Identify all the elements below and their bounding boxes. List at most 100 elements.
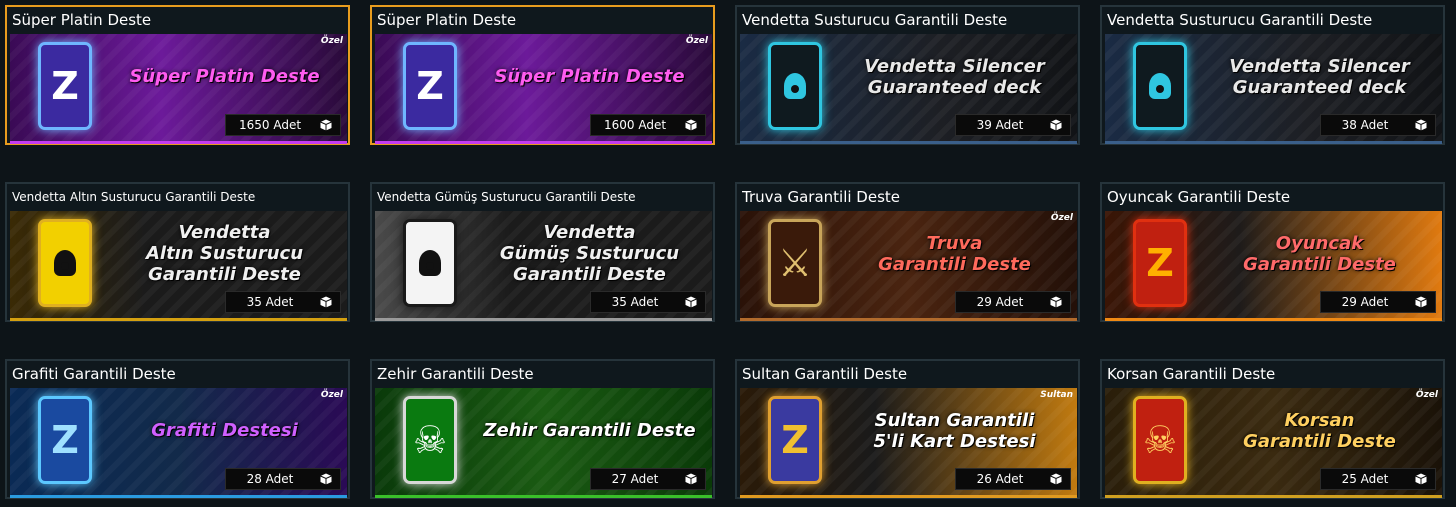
deck-emblem-icon: Z [781,418,809,462]
deck-banner-text: Truva Garantili Deste [878,232,1031,275]
deck-card[interactable]: Süper Platin Deste Özel Z Süper Platin Dest… [5,5,350,145]
package-box-icon [320,119,332,131]
deck-card-title: Sultan Garantili Deste [742,365,908,383]
deck-card-title: Vendetta Altın Susturucu Garantili Deste [12,190,256,204]
stock-count-badge: 1600 Adet [590,114,706,136]
stock-count-label: 27 Adet [611,472,659,486]
stock-count-label: 29 Adet [976,295,1024,309]
deck-card-title: Zehir Garantili Deste [377,365,534,383]
deck-banner[interactable]: Özel Z Süper Platin Deste 1650 Adet [10,34,347,144]
deck-banner[interactable]: Özel Z Grafiti Destesi 28 Adet [10,388,347,498]
deck-card-title: Oyuncak Garantili Deste [1107,188,1291,206]
deck-card-title: Vendetta Susturucu Garantili Deste [742,11,1008,29]
deck-banner[interactable]: Vendetta Altın Susturucu Garantili Deste… [10,211,347,321]
z-red-deck-icon: Z [1133,219,1187,307]
stock-count-badge: 39 Adet [955,114,1071,136]
deck-card[interactable]: Sultan Garantili Deste Sultan Z Sultan Gara… [735,359,1080,499]
silencer-deck-icon [1133,42,1187,130]
package-box-icon [1415,296,1427,308]
package-box-icon [320,296,332,308]
silencer-emblem-icon [784,73,806,99]
deck-banner-text: Süper Platin Deste [129,66,320,87]
package-box-icon [685,473,697,485]
deck-banner-text: Vendetta Gümüş Susturucu Garantili Deste [499,222,680,285]
deck-banner-text: Grafiti Destesi [151,420,298,441]
deck-banner-text: Sultan Garantili 5'li Kart Destesi [873,409,1036,452]
deck-card-title: Vendetta Gümüş Susturucu Garantili Deste [377,190,636,204]
stock-count-label: 1650 Adet [238,118,302,132]
silencer-emblem-icon [1149,73,1171,99]
deck-card-title: Korsan Garantili Deste [1107,365,1276,383]
z-deck-icon: Z [38,42,92,130]
deck-banner-text: Vendetta Altın Susturucu Garantili Deste [145,222,304,285]
z-deck-icon: Z [403,42,457,130]
deck-banner-text: Süper Platin Deste [494,66,685,87]
package-box-icon [1050,119,1062,131]
deck-grid: Süper Platin Deste Özel Z Süper Platin Dest… [0,0,1456,507]
deck-banner[interactable]: Özel ☠ Korsan Garantili Deste 25 Adet [1105,388,1442,498]
stock-count-label: 38 Adet [1341,118,1389,132]
deck-emblem-icon: ☠ [1142,418,1178,462]
silencer-emblem-icon [54,250,76,276]
skull-deck-icon: ☠ [403,396,457,484]
stock-count-label: 25 Adet [1341,472,1389,486]
deck-banner[interactable]: Vendetta Silencer Guaranteed deck 38 Adet [1105,34,1442,144]
deck-emblem-icon: Z [416,64,444,108]
stock-count-label: 28 Adet [246,472,294,486]
stock-count-badge: 29 Adet [955,291,1071,313]
deck-card[interactable]: Zehir Garantili Deste ☠ Zehir Garantili De… [370,359,715,499]
deck-card[interactable]: Vendetta Gümüş Susturucu Garantili Deste… [370,182,715,322]
deck-emblem-icon: Z [51,418,79,462]
deck-card-title: Vendetta Susturucu Garantili Deste [1107,11,1373,29]
deck-card-title: Truva Garantili Deste [742,188,901,206]
deck-banner-text: Korsan Garantili Deste [1243,409,1396,452]
deck-banner[interactable]: Özel ⚔ Truva Garantili Deste 29 Adet [740,211,1077,321]
gold-silencer-deck-icon [38,219,92,307]
stock-count-badge: 35 Adet [225,291,341,313]
z-graffiti-deck-icon: Z [38,396,92,484]
stock-count-badge: 38 Adet [1320,114,1436,136]
silencer-emblem-icon [419,250,441,276]
z-sultan-deck-icon: Z [768,396,822,484]
deck-banner[interactable]: ☠ Zehir Garantili Deste 27 Adet [375,388,712,498]
deck-banner[interactable]: Özel Z Süper Platin Deste 1600 Adet [375,34,712,144]
stock-count-label: 35 Adet [246,295,294,309]
deck-card[interactable]: Grafiti Garantili Deste Özel Z Grafiti Dest… [5,359,350,499]
deck-banner-text: Zehir Garantili Deste [483,420,696,441]
pirate-deck-icon: ☠ [1133,396,1187,484]
deck-card[interactable]: Truva Garantili Deste Özel ⚔ Truva Garantil… [735,182,1080,322]
deck-banner[interactable]: Vendetta Silencer Guaranteed deck 39 Adet [740,34,1077,144]
deck-banner[interactable]: Z Oyuncak Garantili Deste 29 Adet [1105,211,1442,321]
stock-count-label: 35 Adet [611,295,659,309]
deck-card[interactable]: Süper Platin Deste Özel Z Süper Platin Dest… [370,5,715,145]
truva-deck-icon: ⚔ [768,219,822,307]
package-box-icon [685,119,697,131]
stock-count-label: 26 Adet [976,472,1024,486]
stock-count-badge: 25 Adet [1320,468,1436,490]
stock-count-badge: 29 Adet [1320,291,1436,313]
silencer-deck-icon [768,42,822,130]
deck-card[interactable]: Vendetta Altın Susturucu Garantili Deste… [5,182,350,322]
deck-emblem-icon: ☠ [412,418,448,462]
deck-card-title: Süper Platin Deste [12,11,152,29]
stock-count-label: 1600 Adet [603,118,667,132]
deck-banner[interactable]: Sultan Z Sultan Garantili 5'li Kart Destes… [740,388,1077,498]
deck-banner-text: Vendetta Silencer Guaranteed deck [864,55,1045,98]
deck-card-title: Süper Platin Deste [377,11,517,29]
deck-card[interactable]: Oyuncak Garantili Deste Z Oyuncak Garantil… [1100,182,1445,322]
deck-emblem-icon: ⚔ [777,241,813,285]
package-box-icon [1050,473,1062,485]
package-box-icon [1415,119,1427,131]
package-box-icon [320,473,332,485]
stock-count-badge: 35 Adet [590,291,706,313]
deck-card[interactable]: Vendetta Susturucu Garantili Deste Vendet… [735,5,1080,145]
deck-card[interactable]: Korsan Garantili Deste Özel ☠ Korsan Garant… [1100,359,1445,499]
deck-banner[interactable]: Vendetta Gümüş Susturucu Garantili Deste… [375,211,712,321]
package-box-icon [1415,473,1427,485]
deck-card[interactable]: Vendetta Susturucu Garantili Deste Vendet… [1100,5,1445,145]
deck-emblem-icon: Z [1146,241,1174,285]
stock-count-badge: 27 Adet [590,468,706,490]
stock-count-label: 29 Adet [1341,295,1389,309]
deck-card-title: Grafiti Garantili Deste [12,365,176,383]
silver-silencer-deck-icon [403,219,457,307]
